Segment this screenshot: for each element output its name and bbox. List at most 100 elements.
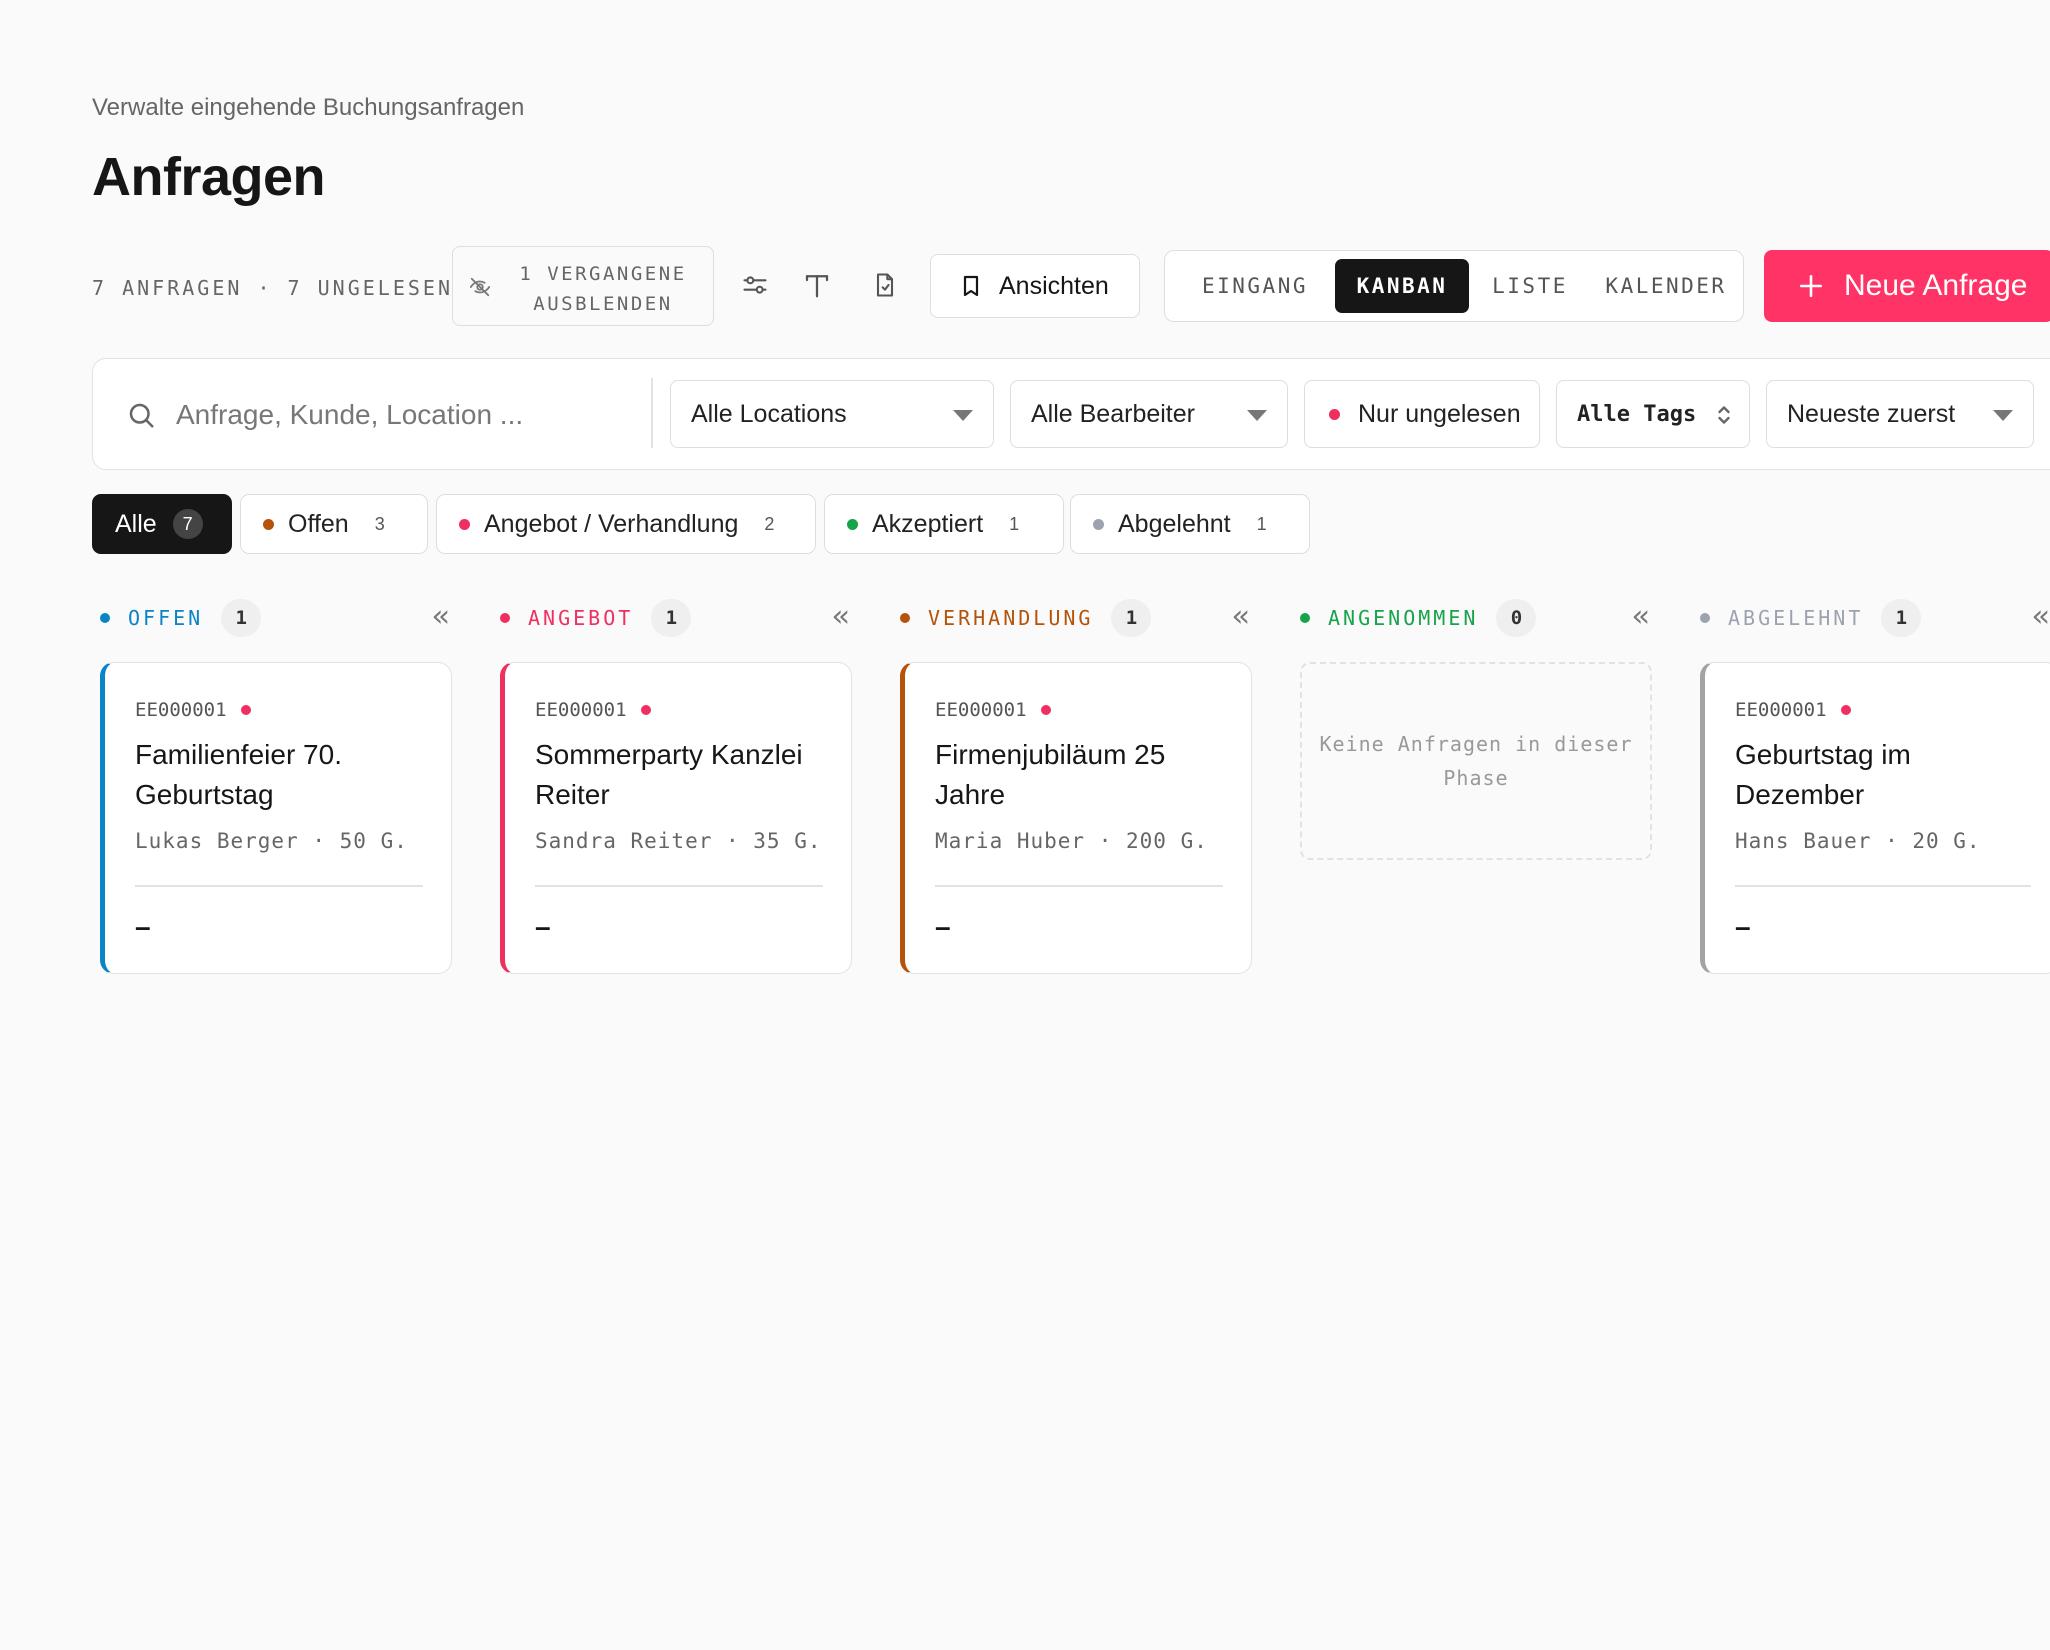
card-divider bbox=[135, 885, 423, 887]
chip-abgelehnt[interactable]: Abgelehnt 1 bbox=[1070, 494, 1310, 554]
location-select-value: Alle Locations bbox=[691, 399, 847, 428]
views-label: Ansichten bbox=[999, 271, 1109, 300]
card-title: Familienfeier 70. Geburtstag bbox=[135, 739, 342, 810]
request-count: 7 ANFRAGEN · 7 UNGELESEN bbox=[92, 276, 453, 300]
card-amount: – bbox=[935, 911, 951, 942]
views-button[interactable]: Ansichten bbox=[930, 254, 1140, 318]
column-count: 1 bbox=[1881, 599, 1922, 637]
status-dot-icon bbox=[847, 518, 858, 530]
collapse-column-icon[interactable]: « bbox=[432, 602, 450, 632]
tab-liste[interactable]: LISTE bbox=[1469, 259, 1591, 313]
chevron-down-icon bbox=[953, 410, 973, 421]
status-dot-icon bbox=[1093, 518, 1104, 530]
chip-count: 3 bbox=[374, 513, 385, 534]
unread-dot-icon bbox=[1329, 408, 1340, 420]
plus-icon bbox=[1799, 274, 1823, 298]
collapse-column-icon[interactable]: « bbox=[1232, 602, 1250, 632]
unread-dot-icon bbox=[1840, 705, 1851, 715]
card-meta: Sandra Reiter · 35 G. bbox=[535, 829, 822, 853]
request-card[interactable]: EE000001 Familienfeier 70. Geburtstag Lu… bbox=[100, 662, 452, 974]
request-card[interactable]: EE000001 Geburtstag im Dezember Hans Bau… bbox=[1700, 662, 2050, 974]
column-header-verhandlung: VERHANDLUNG 1 « bbox=[892, 598, 1252, 638]
card-amount: – bbox=[1735, 911, 1751, 942]
card-ref-number: EE000001 bbox=[1735, 699, 1827, 721]
unread-dot-icon bbox=[240, 705, 251, 715]
column-title: ANGENOMMEN bbox=[1328, 606, 1479, 630]
status-dot-icon bbox=[500, 613, 510, 623]
card-title: Sommerparty Kanzlei Reiter bbox=[535, 739, 803, 810]
card-amount: – bbox=[535, 911, 551, 942]
sort-select-value: Neueste zuerst bbox=[1787, 399, 1956, 428]
unread-toggle[interactable]: Nur ungelesen bbox=[1304, 380, 1540, 448]
column-title: VERHANDLUNG bbox=[928, 606, 1094, 630]
chip-offen[interactable]: Offen 3 bbox=[240, 494, 428, 554]
page-title: Anfragen bbox=[92, 147, 326, 207]
text-icon[interactable] bbox=[800, 268, 834, 302]
tab-kalender[interactable]: KALENDER bbox=[1591, 259, 1741, 313]
card-title: Firmenjubiläum 25 Jahre bbox=[935, 739, 1166, 810]
sort-select[interactable]: Neueste zuerst bbox=[1766, 380, 2034, 448]
chip-alle[interactable]: Alle 7 bbox=[92, 494, 232, 554]
search-input[interactable] bbox=[176, 388, 626, 442]
unread-dot-icon bbox=[1040, 705, 1051, 715]
card-divider bbox=[1735, 885, 2031, 887]
column-header-abgelehnt: ABGELEHNT 1 « bbox=[1692, 598, 2050, 638]
sliders-icon[interactable] bbox=[738, 268, 772, 302]
collapse-column-icon[interactable]: « bbox=[2032, 602, 2050, 632]
card-title: Geburtstag im Dezember bbox=[1735, 739, 1911, 810]
chip-label: Abgelehnt bbox=[1118, 509, 1231, 538]
chip-angebot-verhandlung[interactable]: Angebot / Verhandlung 2 bbox=[436, 494, 816, 554]
filter-divider bbox=[651, 378, 653, 448]
chip-label: Angebot / Verhandlung bbox=[484, 509, 739, 538]
chip-label: Akzeptiert bbox=[872, 509, 984, 538]
column-header-angenommen: ANGENOMMEN 0 « bbox=[1292, 598, 1652, 638]
chip-count: 2 bbox=[764, 513, 775, 534]
chip-label: Alle bbox=[115, 509, 157, 538]
collapse-column-icon[interactable]: « bbox=[832, 602, 850, 632]
column-title: ABGELEHNT bbox=[1728, 606, 1864, 630]
card-ref: EE000001 bbox=[935, 699, 1051, 721]
status-dot-icon bbox=[1300, 613, 1310, 623]
unread-toggle-label: Nur ungelesen bbox=[1358, 399, 1521, 428]
column-title: ANGEBOT bbox=[528, 606, 634, 630]
status-dot-icon bbox=[900, 613, 910, 623]
tab-eingang[interactable]: EINGANG bbox=[1175, 259, 1335, 313]
document-icon[interactable] bbox=[868, 268, 902, 302]
eye-off-icon bbox=[469, 277, 491, 297]
request-card[interactable]: EE000001 Firmenjubiläum 25 Jahre Maria H… bbox=[900, 662, 1252, 974]
status-dot-icon bbox=[459, 518, 470, 530]
chip-count: 1 bbox=[1256, 513, 1267, 534]
view-switcher: EINGANG KANBAN LISTE KALENDER bbox=[1164, 250, 1744, 322]
chip-label: Offen bbox=[288, 509, 349, 538]
search-icon bbox=[129, 403, 154, 428]
chip-akzeptiert[interactable]: Akzeptiert 1 bbox=[824, 494, 1064, 554]
card-divider bbox=[935, 885, 1223, 887]
tab-kanban[interactable]: KANBAN bbox=[1335, 259, 1469, 313]
location-select[interactable]: Alle Locations bbox=[670, 380, 994, 448]
page-subtitle: Verwalte eingehende Buchungsanfragen bbox=[92, 94, 525, 121]
hide-past-button[interactable]: 1 VERGANGENE AUSBLENDEN bbox=[452, 246, 714, 326]
column-count: 0 bbox=[1496, 599, 1537, 637]
card-ref-number: EE000001 bbox=[935, 699, 1027, 721]
editor-select[interactable]: Alle Bearbeiter bbox=[1010, 380, 1288, 448]
column-header-angebot: ANGEBOT 1 « bbox=[492, 598, 852, 638]
card-ref-number: EE000001 bbox=[135, 699, 227, 721]
collapse-column-icon[interactable]: « bbox=[1632, 602, 1650, 632]
tags-select[interactable]: Alle Tags bbox=[1556, 380, 1750, 448]
card-amount: – bbox=[135, 911, 151, 942]
tags-select-value: Alle Tags bbox=[1577, 401, 1697, 427]
chevron-down-icon bbox=[1247, 410, 1267, 421]
card-divider bbox=[535, 885, 823, 887]
card-meta: Lukas Berger · 50 G. bbox=[135, 829, 408, 853]
status-dot-icon bbox=[1700, 613, 1710, 623]
column-count: 1 bbox=[651, 599, 692, 637]
request-card[interactable]: EE000001 Sommerparty Kanzlei Reiter Sand… bbox=[500, 662, 852, 974]
column-title: OFFEN bbox=[128, 606, 204, 630]
card-ref-number: EE000001 bbox=[535, 699, 627, 721]
new-request-button[interactable]: Neue Anfrage bbox=[1764, 250, 2050, 322]
card-ref: EE000001 bbox=[535, 699, 651, 721]
column-header-offen: OFFEN 1 « bbox=[92, 598, 452, 638]
hide-past-label: 1 VERGANGENE AUSBLENDEN bbox=[519, 263, 687, 315]
card-meta: Maria Huber · 200 G. bbox=[935, 829, 1208, 853]
chevron-updown-icon bbox=[1718, 406, 1730, 424]
